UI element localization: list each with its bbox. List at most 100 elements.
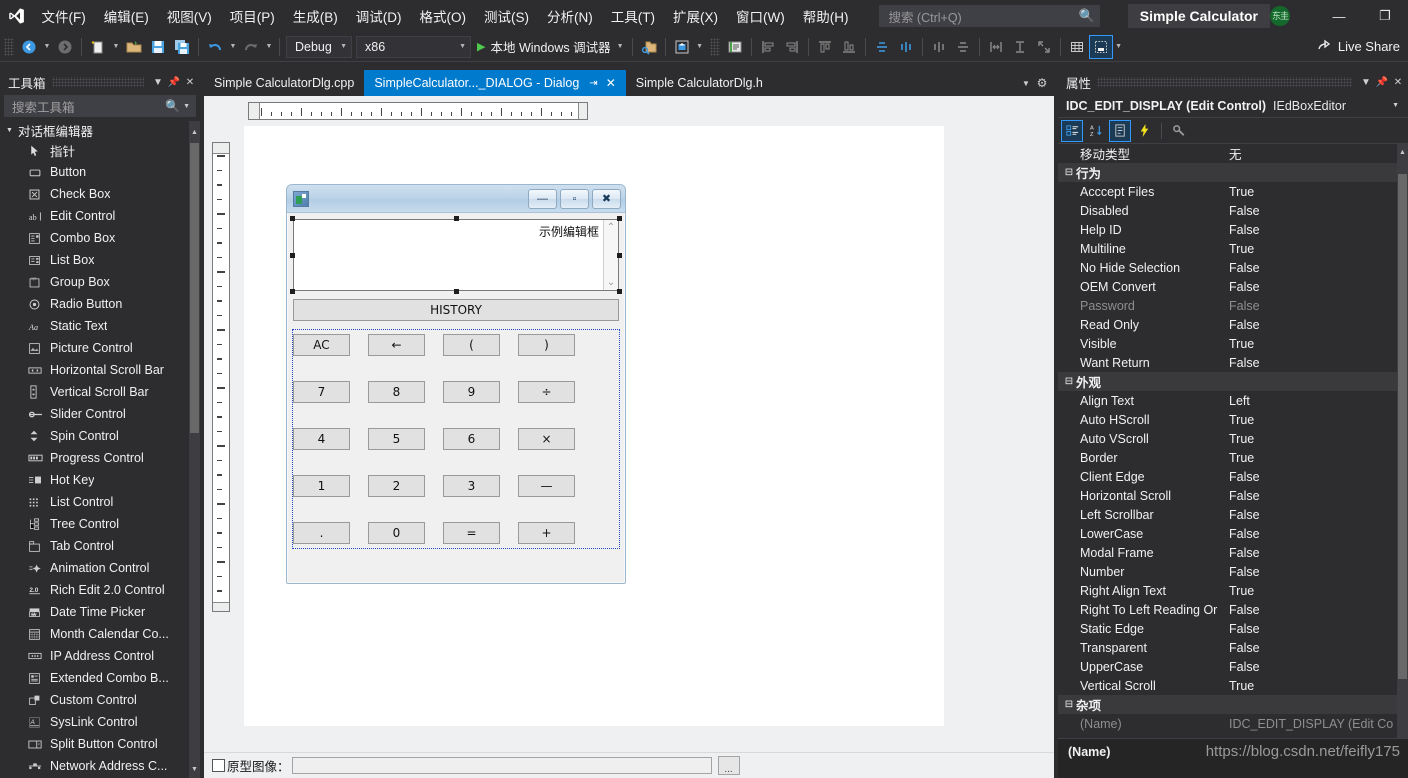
toolbox-item-tab-control[interactable]: Tab Control [0,535,200,557]
tab-simple-calculator-dlg-h[interactable]: Simple CalculatorDlg.h [625,70,773,96]
dialog-designer-surface[interactable]: — ▫ ✖ 示例编辑框 ⌃ ⌄ HISTORY AC ← () 7 8 9 ÷… [204,96,1054,778]
toolbox-scroll-thumb[interactable] [190,143,199,433]
ruler-handle-left[interactable] [249,103,260,119]
toolbox-item-ip-address-control[interactable]: IP Address Control [0,645,200,667]
redo-icon[interactable] [239,35,263,59]
chevron-down-icon[interactable]: ▼ [617,43,624,50]
undo-dropdown[interactable]: ▼ [227,35,239,59]
keypad-button-6[interactable]: 6 [443,428,500,450]
scroll-up-icon[interactable]: ▲ [1397,146,1408,159]
save-icon[interactable] [146,35,170,59]
property-row[interactable]: Auto VScroll True [1058,429,1408,448]
toolbox-item-date-time-picker[interactable]: Date Time Picker [0,601,200,623]
property-row[interactable]: Acccept Files True [1058,182,1408,201]
keypad-button-[interactable]: + [518,522,575,544]
dialog-close-button[interactable]: ✖ [592,188,621,209]
prototype-image-input[interactable] [291,757,712,774]
menu-item-tools[interactable]: 工具(T) [602,0,664,32]
property-value[interactable]: True [1221,242,1408,256]
close-icon[interactable]: ✕ [1390,72,1406,92]
toolbox-category-dialog-editor[interactable]: ▼ 对话框编辑器 [0,121,200,139]
toolbox-item-month-calendar-co[interactable]: Month Calendar Co... [0,623,200,645]
navigate-backward-dropdown[interactable]: ▼ [41,35,53,59]
property-row[interactable]: Number False [1058,562,1408,581]
align-tops-icon[interactable] [813,35,837,59]
keypad-button-[interactable]: ) [518,334,575,356]
ruler-handle-right[interactable] [578,103,587,119]
property-value[interactable]: False [1221,470,1408,484]
properties-group-header[interactable]: ⊟ 外观 [1058,372,1408,391]
toolbox-item-radio-button[interactable]: Radio Button [0,293,200,315]
solution-explorer-icon[interactable] [637,35,661,59]
center-horizontally-icon[interactable] [870,35,894,59]
keypad-button-[interactable]: — [518,475,575,497]
designer-canvas[interactable]: — ▫ ✖ 示例编辑框 ⌃ ⌄ HISTORY AC ← () 7 8 9 ÷… [244,126,944,726]
toolbox-item-button[interactable]: Button [0,161,200,183]
toolbox-item-hot-key[interactable]: Hot Key [0,469,200,491]
property-row[interactable]: Align Text Left [1058,391,1408,410]
prototype-image-checkbox[interactable] [212,759,225,772]
start-debugging-button[interactable]: ▶ 本地 Windows 调试器 ▼ [473,35,628,59]
resize-handle-s[interactable] [454,289,459,294]
property-value[interactable]: False [1221,261,1408,275]
minimize-button[interactable]: — [1316,0,1362,32]
keypad-button-4[interactable]: 4 [293,428,350,450]
toolbar-grip[interactable] [709,37,720,56]
new-project-icon[interactable] [86,35,110,59]
keypad-button-1[interactable]: 1 [293,475,350,497]
resize-handle-ne[interactable] [617,216,622,221]
close-icon[interactable]: ✕ [182,72,198,92]
ruler-handle-top[interactable] [213,143,229,154]
keypad-button-AC[interactable]: AC [293,334,350,356]
property-value[interactable]: 无 [1221,144,1408,163]
toolbox-item-edit-control[interactable]: ab Edit Control [0,205,200,227]
keypad-button-7[interactable]: 7 [293,381,350,403]
redo-dropdown[interactable]: ▼ [263,35,275,59]
toolbox-item-extended-combo-b[interactable]: Extended Combo B... [0,667,200,689]
toolbox-item-spin-control[interactable]: Spin Control [0,425,200,447]
property-value[interactable]: Left [1221,394,1408,408]
size-to-content-icon[interactable] [1032,35,1056,59]
property-value[interactable]: False [1221,527,1408,541]
keypad-button-9[interactable]: 9 [443,381,500,403]
property-value[interactable]: False [1221,489,1408,503]
property-value[interactable]: False [1221,641,1408,655]
properties-icon[interactable] [1109,119,1131,142]
property-row[interactable]: Vertical Scroll True [1058,676,1408,695]
property-row[interactable]: Horizontal Scroll False [1058,486,1408,505]
property-value[interactable]: False [1221,565,1408,579]
toolbox-item-syslink-control[interactable]: A SysLink Control [0,711,200,733]
menu-item-debug[interactable]: 调试(D) [347,0,411,32]
test-dialog-dropdown[interactable]: ▼ [694,35,706,59]
property-value[interactable]: False [1221,280,1408,294]
toolbar-grip[interactable] [4,37,14,56]
menu-item-edit[interactable]: 编辑(E) [95,0,158,32]
restore-button[interactable]: ❐ [1362,0,1408,32]
space-across-icon[interactable] [927,35,951,59]
properties-object-selector[interactable]: IDC_EDIT_DISPLAY (Edit Control) IEdBoxEd… [1058,94,1408,118]
pin-icon[interactable]: 📌 [1374,72,1390,92]
menu-item-build[interactable]: 生成(B) [284,0,347,32]
gear-icon[interactable]: ⚙ [1034,70,1050,96]
collapse-icon[interactable]: ⊟ [1062,167,1076,178]
property-row[interactable]: Multiline True [1058,239,1408,258]
toolbox-item-progress-control[interactable]: Progress Control [0,447,200,469]
keypad-button-3[interactable]: 3 [443,475,500,497]
tab-list-dropdown-icon[interactable]: ▼ [1018,70,1034,96]
navigate-forward-icon[interactable] [53,35,77,59]
property-value[interactable]: False [1221,603,1408,617]
undo-icon[interactable] [203,35,227,59]
toolbox-item-list-control[interactable]: List Control [0,491,200,513]
property-row[interactable]: Right To Left Reading Or False [1058,600,1408,619]
property-row[interactable]: Transparent False [1058,638,1408,657]
keypad-button-0[interactable]: 0 [368,522,425,544]
resize-handle-n[interactable] [454,216,459,221]
resize-handle-w[interactable] [290,253,295,258]
close-icon[interactable]: ✕ [606,76,616,90]
align-lefts-icon[interactable] [756,35,780,59]
edit-display-scrollbar[interactable]: ⌃ ⌄ [603,220,618,290]
toolbox-item-[interactable]: 指针 [0,139,200,161]
property-value[interactable]: False [1221,508,1408,522]
property-row[interactable]: (Name) IDC_EDIT_DISPLAY (Edit Co [1058,714,1408,733]
property-row[interactable]: Password False [1058,296,1408,315]
